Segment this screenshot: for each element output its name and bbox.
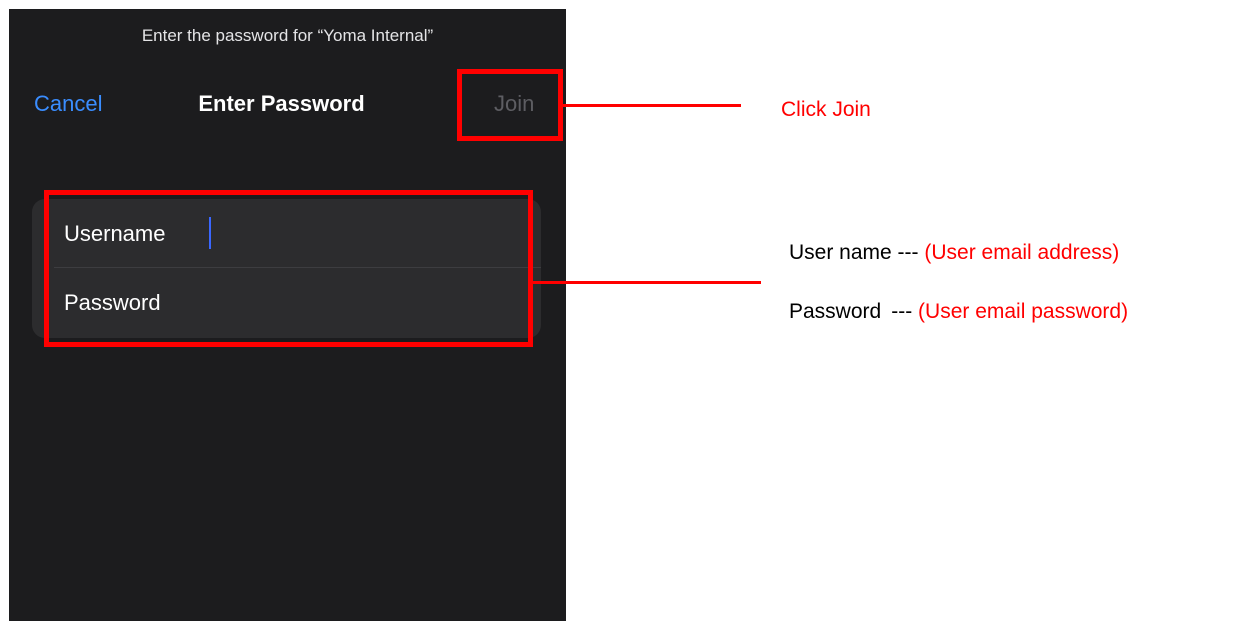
annotation-password-separator: ---	[891, 300, 913, 323]
annotation-click-join: Click Join	[781, 98, 871, 121]
join-highlight-box	[457, 69, 563, 141]
credentials-connector-line	[533, 281, 761, 284]
credentials-highlight-box	[44, 190, 533, 347]
annotation-username: User name --- (User email address)	[789, 241, 1119, 265]
dialog-prompt: Enter the password for “Yoma Internal”	[141, 26, 434, 45]
annotation-username-hint: (User email address)	[924, 241, 1120, 264]
annotation-password-hint: (User email password)	[918, 300, 1129, 323]
annotation-username-label: User name ---	[789, 241, 919, 264]
annotation-password-label: Password	[789, 300, 882, 323]
annotation-password: Password --- (User email password)	[789, 300, 1128, 324]
join-connector-line	[563, 104, 741, 107]
